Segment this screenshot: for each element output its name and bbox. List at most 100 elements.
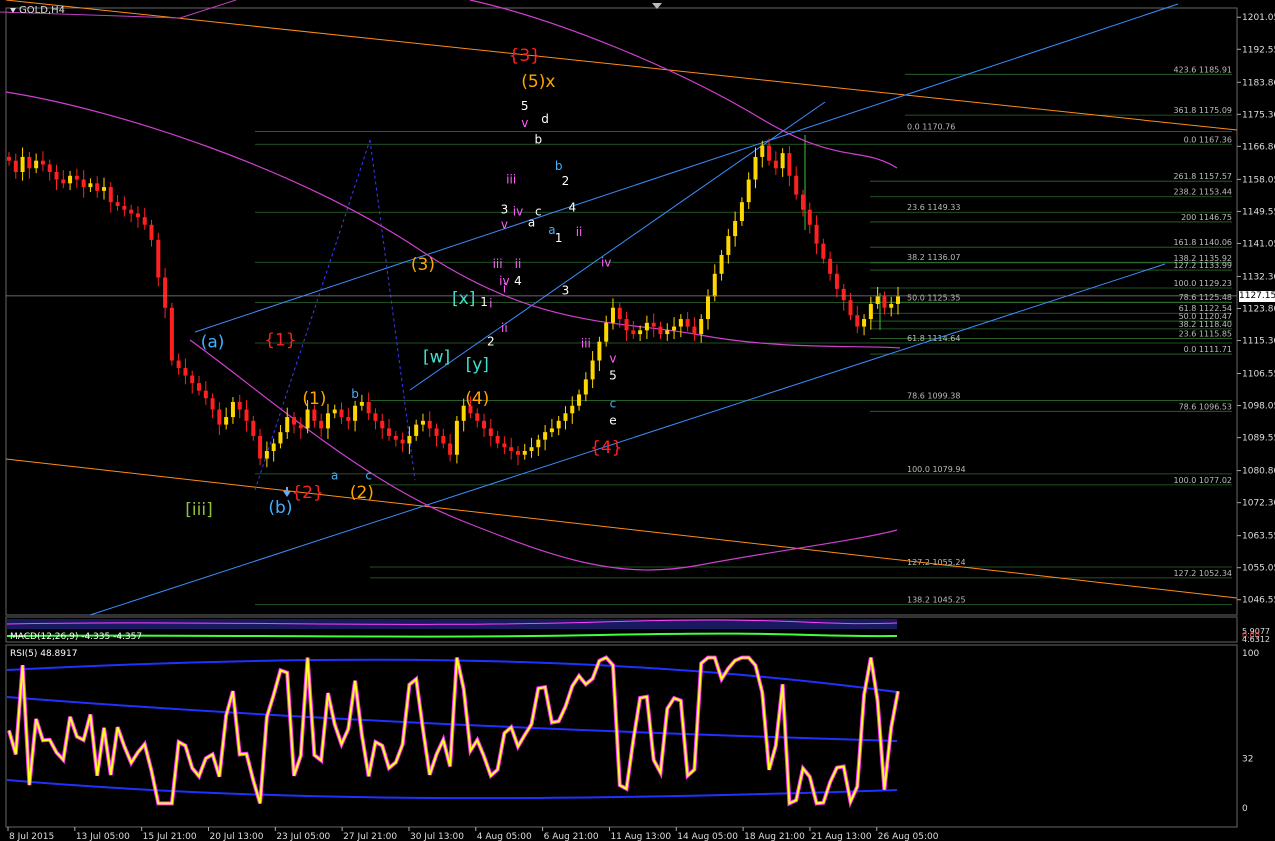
candle-body	[359, 401, 364, 406]
lower-blue-trendline	[89, 263, 1166, 616]
candle-body	[570, 405, 575, 414]
moving-average-curve-slow	[5, 91, 901, 349]
candle-body	[543, 432, 548, 440]
wave-label: iii	[493, 257, 503, 271]
candle-body	[726, 236, 731, 255]
price-tick-label: 1080.80	[1242, 467, 1275, 477]
wave-label: ii	[515, 257, 522, 271]
price-chart: 423.6 1185.91 361.8 1175.09 0.0 1170.76 0.0…	[0, 0, 1275, 841]
wave-label: b	[535, 133, 543, 147]
price-tick-label: 1183.80	[1242, 78, 1275, 88]
candle-body	[787, 153, 792, 176]
wave-label: 2	[562, 174, 570, 188]
channel-upper-orange-line	[5, 0, 1238, 131]
fib-level-label: 0.0 1167.36	[1184, 135, 1232, 144]
candle-body	[292, 417, 297, 425]
fib-level-label: 78.6 1125.48	[1179, 293, 1232, 302]
candle-body	[169, 307, 174, 361]
time-tick-label: 13 Jul 05:00	[76, 832, 130, 841]
time-tick-label: 8 Jul 2015	[9, 832, 54, 841]
candle-body	[834, 273, 839, 289]
wave-label: c	[365, 468, 372, 482]
fib-level-label: 100.0 1129.23	[1173, 279, 1232, 288]
wave-label: [x]	[452, 289, 475, 309]
fib-level-label: 23.6 1115.85	[1179, 329, 1232, 338]
candle-body	[821, 243, 826, 259]
candle-body	[651, 322, 656, 327]
time-tick-label: 18 Aug 21:00	[744, 832, 805, 841]
wave-label: (5)x	[521, 72, 555, 92]
candle-body	[13, 160, 18, 173]
wave-label: (4)	[465, 389, 489, 409]
candle-body	[896, 296, 900, 304]
wave-label: 2	[487, 334, 495, 348]
candle-body	[176, 360, 181, 369]
candle-body	[210, 398, 215, 410]
candle-body	[638, 330, 643, 335]
candle-body	[414, 424, 419, 436]
fib-level-label: 78.6 1096.53	[1179, 402, 1232, 411]
candle-body	[800, 194, 805, 210]
wave-label: i	[489, 297, 492, 311]
rsi-lower-band	[6, 779, 898, 800]
fib-level-label: 238.2 1153.44	[1173, 188, 1232, 197]
price-tick-label: 1166.80	[1242, 142, 1275, 152]
wave-label: {3}	[509, 46, 541, 66]
candle-body	[278, 432, 283, 444]
wave-label: (b)	[268, 498, 292, 518]
candle-body	[855, 315, 860, 327]
candle-body	[224, 417, 229, 425]
scroll-marker-icon[interactable]	[652, 3, 662, 9]
fib-level-label: 127.2 1052.34	[1173, 569, 1232, 578]
candle-body	[68, 175, 73, 184]
wave-label: d	[541, 112, 549, 126]
fib-level-label: 38.2 1118.40	[1179, 320, 1232, 329]
up-arrow-icon	[283, 487, 291, 497]
candle-body	[74, 175, 79, 180]
price-tick-label: 1046.55	[1242, 596, 1275, 606]
candle-body	[685, 319, 690, 327]
wave-label: i	[503, 282, 506, 296]
candle-body	[882, 296, 887, 308]
candle-body	[875, 296, 880, 304]
wave-label: ii	[501, 321, 508, 335]
price-tick-label: 1149.55	[1242, 207, 1275, 217]
candle-body	[54, 172, 59, 180]
candle-body	[346, 417, 351, 421]
trendline-layer	[0, 0, 1238, 616]
candle-body	[163, 277, 168, 308]
candle-body	[692, 326, 697, 335]
wave-label: iii	[581, 336, 591, 350]
candle-body	[339, 409, 344, 418]
time-tick-label: 4 Aug 05:00	[477, 832, 532, 841]
candle-body	[434, 428, 439, 436]
time-tick-label: 30 Jul 13:00	[410, 832, 464, 841]
candle-body	[305, 409, 310, 429]
candle-body	[264, 450, 269, 459]
price-tick-label: 1158.05	[1242, 175, 1275, 185]
wave-label: v	[521, 116, 528, 130]
time-tick-label: 14 Aug 05:00	[677, 832, 738, 841]
fib-level-label: 23.6 1149.33	[907, 203, 960, 212]
fib-level-label: 100.0 1079.94	[907, 465, 966, 474]
candle-body	[828, 258, 833, 274]
candle-body	[190, 375, 195, 384]
candle-body	[556, 420, 561, 429]
fib-level-label: 38.2 1136.07	[907, 253, 960, 262]
macd-axis-label: 4.6312	[1242, 635, 1270, 644]
candle-body	[47, 164, 52, 173]
magenta-line-top2	[179, 0, 237, 19]
wave-label: 4	[568, 201, 576, 215]
wave-label: (3)	[411, 255, 435, 275]
time-tick-label: 23 Jul 05:00	[276, 832, 330, 841]
wave-label: a	[331, 468, 338, 482]
candle-body	[482, 420, 487, 429]
candle-body	[699, 319, 704, 335]
wave-label: iii	[506, 172, 516, 186]
dropdown-arrow-icon[interactable]	[10, 7, 16, 13]
candle-body	[230, 401, 235, 418]
fib-level-label: 100.0 1077.02	[1173, 476, 1232, 485]
candle-body	[644, 322, 649, 331]
candle-body	[515, 450, 520, 455]
candle-body	[536, 439, 541, 448]
